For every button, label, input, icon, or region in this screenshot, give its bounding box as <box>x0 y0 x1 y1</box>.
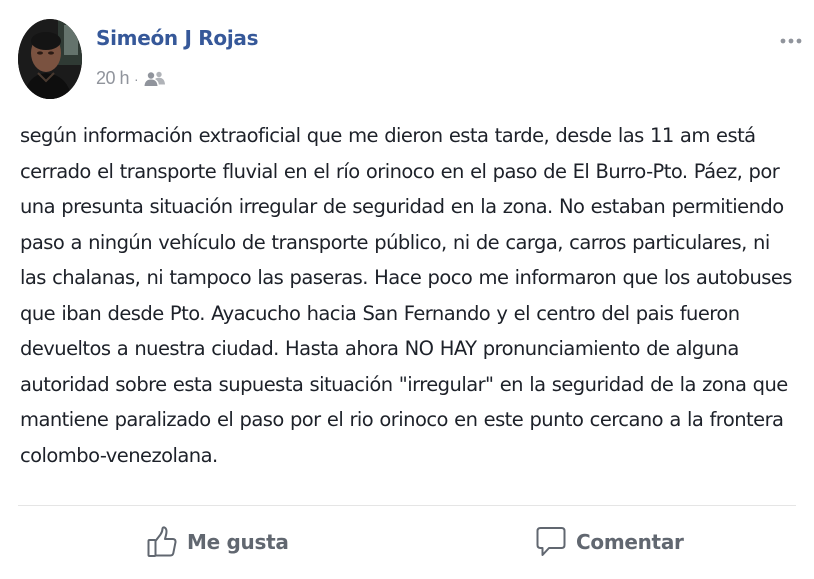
actions-divider <box>18 505 796 506</box>
comment-button[interactable]: Comentar <box>536 522 684 562</box>
comment-label: Comentar <box>576 530 684 554</box>
like-label: Me gusta <box>187 530 289 554</box>
speech-bubble-icon <box>536 526 566 558</box>
thumbs-up-icon <box>147 526 177 558</box>
post-meta: 20 h · <box>96 68 166 89</box>
feed-post: Simeón J Rojas 20 h · según información … <box>0 0 814 579</box>
author-name-link[interactable]: Simeón J Rojas <box>96 26 259 50</box>
post-timestamp[interactable]: 20 h <box>96 68 130 89</box>
profile-avatar[interactable] <box>18 19 82 99</box>
like-button[interactable]: Me gusta <box>147 522 289 562</box>
meta-separator: · <box>134 70 139 87</box>
more-options-icon[interactable] <box>780 32 802 44</box>
post-body-text: según información extraoficial que me di… <box>20 124 792 467</box>
friends-icon[interactable] <box>144 71 166 87</box>
